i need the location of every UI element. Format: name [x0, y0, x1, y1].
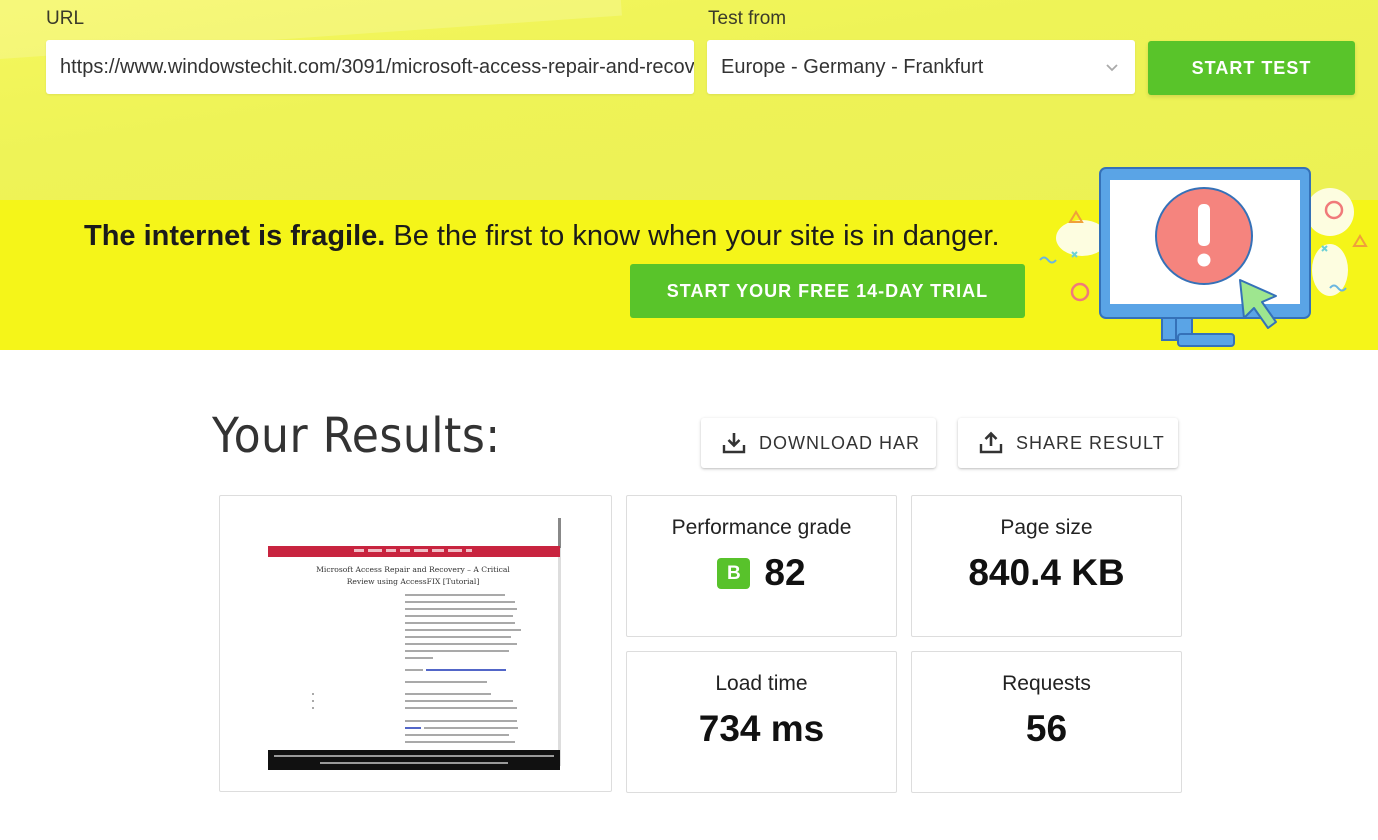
page-screenshot-thumbnail: Microsoft Access Repair and Recovery – A…: [268, 518, 564, 773]
performance-grade-label: Performance grade: [671, 516, 852, 539]
page-size-label: Page size: [1000, 516, 1093, 539]
load-time-value: 734 ms: [698, 708, 825, 749]
download-icon: [722, 433, 746, 454]
banner-message: The internet is fragile. Be the first to…: [84, 220, 1000, 253]
share-icon: [979, 431, 1003, 454]
requests-card: Requests 56: [911, 651, 1182, 793]
share-result-button[interactable]: SHARE RESULT: [958, 418, 1178, 468]
thumbnail-nav-bar: [268, 546, 560, 557]
performance-grade-card: Performance grade B 82: [626, 495, 897, 637]
grade-score: 82: [764, 552, 806, 593]
page-size-value: 840.4 KB: [968, 552, 1125, 593]
monitor-alert-illustration: [1039, 167, 1368, 347]
test-location-value: Europe - Germany - Frankfurt: [721, 56, 984, 78]
grade-badge: B: [717, 557, 751, 589]
url-label: URL: [46, 8, 85, 29]
download-har-label: DOWNLOAD HAR: [759, 432, 921, 453]
requests-label: Requests: [1002, 672, 1091, 695]
share-result-label: SHARE RESULT: [1016, 432, 1165, 453]
requests-value: 56: [1025, 708, 1068, 749]
download-har-button[interactable]: DOWNLOAD HAR: [701, 418, 936, 468]
test-from-label: Test from: [708, 8, 787, 29]
chevron-down-icon: [1106, 64, 1118, 72]
test-location-select[interactable]: Europe - Germany - Frankfurt: [707, 40, 1135, 94]
results-title: Your Results:: [212, 408, 501, 464]
banner-bold-text: The internet is fragile.: [84, 220, 386, 252]
url-input[interactable]: https://www.windowstechit.com/3091/micro…: [46, 40, 694, 94]
banner-text: Be the first to know when your site is i…: [385, 220, 1000, 252]
start-test-button[interactable]: START TEST: [1148, 41, 1355, 95]
thumbnail-article-title: Microsoft Access Repair and Recovery – A…: [316, 565, 510, 586]
load-time-label: Load time: [715, 672, 808, 695]
page-screenshot-card: Microsoft Access Repair and Recovery – A…: [219, 495, 612, 792]
page-size-card: Page size 840.4 KB: [911, 495, 1182, 637]
performance-grade-value: B 82: [627, 552, 896, 594]
load-time-card: Load time 734 ms: [626, 651, 897, 793]
thumbnail-cookie-bar: [268, 750, 560, 770]
free-trial-button[interactable]: START YOUR FREE 14-DAY TRIAL: [630, 264, 1025, 318]
